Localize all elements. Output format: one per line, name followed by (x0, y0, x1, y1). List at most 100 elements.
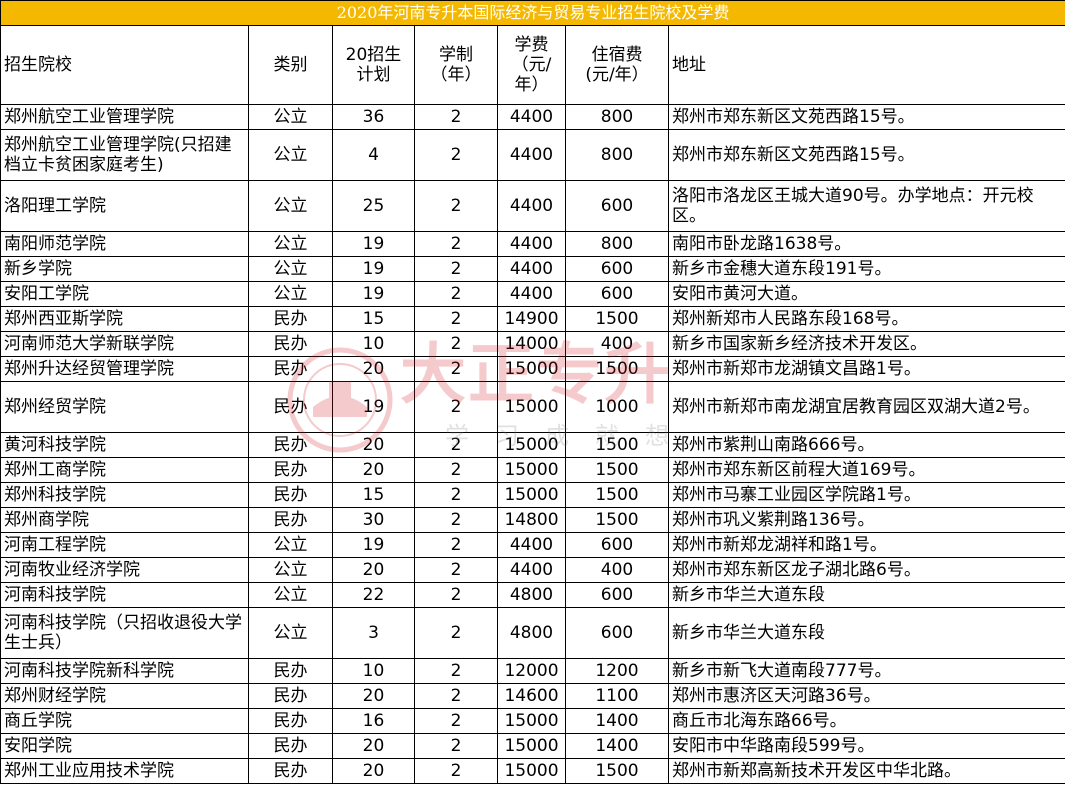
cell-years: 2 (414, 532, 498, 558)
table-row: 郑州工商学院 民办 20 2 15000 1500 郑州市郑东新区前程大道169号。 (0, 457, 1065, 483)
header-row: 招生院校 类别 20招生 计划 学制 （年） 学费 （元/ 年） 住宿费 (元/… (0, 25, 1065, 105)
cell-type: 公立 (248, 180, 333, 232)
cell-plan: 10 (332, 658, 415, 684)
cell-tuition: 15000 (497, 733, 566, 759)
cell-address: 郑州市马寨工业园区学院路1号。 (667, 482, 1065, 508)
cell-type: 公立 (248, 129, 333, 181)
cell-tuition: 4400 (497, 104, 566, 130)
cell-plan: 16 (332, 708, 415, 734)
cell-school: 安阳工学院 (0, 281, 249, 307)
cell-school: 郑州经贸学院 (0, 381, 249, 433)
cell-lodging: 1500 (565, 432, 669, 458)
table-row: 河南科技学院 公立 22 2 4800 600 新乡市华兰大道东段 (0, 582, 1065, 608)
cell-school: 郑州科技学院 (0, 482, 249, 508)
cell-lodging: 600 (565, 582, 669, 608)
cell-address: 南阳市卧龙路1638号。 (667, 231, 1065, 257)
table-row: 商丘学院 民办 16 2 15000 1400 商丘市北海东路66号。 (0, 708, 1065, 734)
table-row: 郑州科技学院 民办 15 2 15000 1500 郑州市马寨工业园区学院路1号。 (0, 482, 1065, 508)
cell-type: 公立 (248, 256, 333, 282)
admissions-table: 2020年河南专升本国际经济与贸易专业招生院校及学费 招生院校 类别 20招生 … (0, 0, 1065, 784)
table-row: 郑州商学院 民办 30 2 14800 1500 郑州市巩义紫荆路136号。 (0, 507, 1065, 533)
cell-school: 河南牧业经济学院 (0, 557, 249, 583)
cell-tuition: 4400 (497, 231, 566, 257)
cell-plan: 10 (332, 331, 415, 357)
header-type: 类别 (248, 25, 333, 105)
cell-tuition: 4400 (497, 180, 566, 232)
cell-type: 民办 (248, 432, 333, 458)
cell-lodging: 400 (565, 331, 669, 357)
cell-type: 民办 (248, 658, 333, 684)
cell-school: 黄河科技学院 (0, 432, 249, 458)
header-plan: 20招生 计划 (332, 25, 415, 105)
cell-type: 公立 (248, 582, 333, 608)
cell-years: 2 (414, 582, 498, 608)
cell-address: 郑州市郑东新区文苑西路15号。 (667, 129, 1065, 181)
cell-years: 2 (414, 758, 498, 784)
table-row: 南阳师范学院 公立 19 2 4400 800 南阳市卧龙路1638号。 (0, 231, 1065, 257)
cell-years: 2 (414, 557, 498, 583)
cell-lodging: 1500 (565, 457, 669, 483)
cell-tuition: 15000 (497, 381, 566, 433)
cell-tuition: 14800 (497, 507, 566, 533)
cell-years: 2 (414, 180, 498, 232)
cell-tuition: 4400 (497, 129, 566, 181)
cell-school: 河南工程学院 (0, 532, 249, 558)
table-row: 新乡学院 公立 19 2 4400 600 新乡市金穗大道东段191号。 (0, 256, 1065, 282)
cell-address: 新乡市华兰大道东段 (667, 582, 1065, 608)
cell-school: 河南师范大学新联学院 (0, 331, 249, 357)
header-school: 招生院校 (0, 25, 249, 105)
cell-address: 新乡市国家新乡经济技术开发区。 (667, 331, 1065, 357)
cell-lodging: 600 (565, 256, 669, 282)
cell-plan: 20 (332, 557, 415, 583)
cell-lodging: 1500 (565, 507, 669, 533)
cell-type: 公立 (248, 532, 333, 558)
cell-school: 河南科技学院 (0, 582, 249, 608)
cell-years: 2 (414, 507, 498, 533)
cell-tuition: 14900 (497, 306, 566, 332)
cell-address: 商丘市北海东路66号。 (667, 708, 1065, 734)
cell-type: 公立 (248, 557, 333, 583)
cell-type: 民办 (248, 457, 333, 483)
cell-plan: 20 (332, 432, 415, 458)
header-address: 地址 (667, 25, 1065, 105)
cell-address: 郑州市惠济区天河路36号。 (667, 683, 1065, 709)
table-title: 2020年河南专升本国际经济与贸易专业招生院校及学费 (0, 0, 1065, 26)
table-row: 河南科技学院（只招收退役大学生士兵） 公立 3 2 4800 600 新乡市华兰大道东段 (0, 607, 1065, 659)
cell-lodging: 1500 (565, 356, 669, 382)
cell-school: 郑州财经学院 (0, 683, 249, 709)
cell-plan: 20 (332, 457, 415, 483)
cell-lodging: 800 (565, 104, 669, 130)
cell-plan: 30 (332, 507, 415, 533)
cell-address: 郑州市紫荆山南路666号。 (667, 432, 1065, 458)
cell-address: 郑州市郑东新区龙子湖北路6号。 (667, 557, 1065, 583)
cell-years: 2 (414, 708, 498, 734)
cell-type: 公立 (248, 104, 333, 130)
table-row: 河南科技学院新科学院 民办 10 2 12000 1200 新乡市新飞大道南段777号。 (0, 658, 1065, 684)
table-row: 河南工程学院 公立 19 2 4400 600 郑州市新郑龙湖祥和路1号。 (0, 532, 1065, 558)
cell-lodging: 1500 (565, 306, 669, 332)
cell-years: 2 (414, 457, 498, 483)
cell-tuition: 4400 (497, 281, 566, 307)
cell-plan: 19 (332, 256, 415, 282)
cell-school: 郑州升达经贸管理学院 (0, 356, 249, 382)
header-tuition: 学费 （元/ 年） (497, 25, 566, 105)
cell-school: 新乡学院 (0, 256, 249, 282)
cell-address: 新乡市华兰大道东段 (667, 607, 1065, 659)
cell-address: 郑州市新郑高新技术开发区中华北路。 (667, 758, 1065, 784)
cell-plan: 19 (332, 231, 415, 257)
cell-lodging: 1400 (565, 733, 669, 759)
cell-address: 新乡市金穗大道东段191号。 (667, 256, 1065, 282)
cell-school: 河南科技学院新科学院 (0, 658, 249, 684)
cell-tuition: 4400 (497, 256, 566, 282)
cell-years: 2 (414, 381, 498, 433)
cell-address: 郑州市新郑市龙湖镇文昌路1号。 (667, 356, 1065, 382)
table-row: 郑州工业应用技术学院 民办 20 2 15000 1500 郑州市新郑高新技术开发区中华北路… (0, 758, 1065, 784)
cell-type: 民办 (248, 331, 333, 357)
cell-address: 郑州市巩义紫荆路136号。 (667, 507, 1065, 533)
cell-lodging: 800 (565, 231, 669, 257)
cell-type: 公立 (248, 231, 333, 257)
cell-tuition: 4800 (497, 582, 566, 608)
table-row: 郑州经贸学院 民办 19 2 15000 1000 郑州市新郑市南龙湖宜居教育园区双湖大道2… (0, 381, 1065, 433)
cell-address: 郑州市郑东新区前程大道169号。 (667, 457, 1065, 483)
cell-address: 洛阳市洛龙区王城大道90号。办学地点：开元校区。 (667, 180, 1065, 232)
